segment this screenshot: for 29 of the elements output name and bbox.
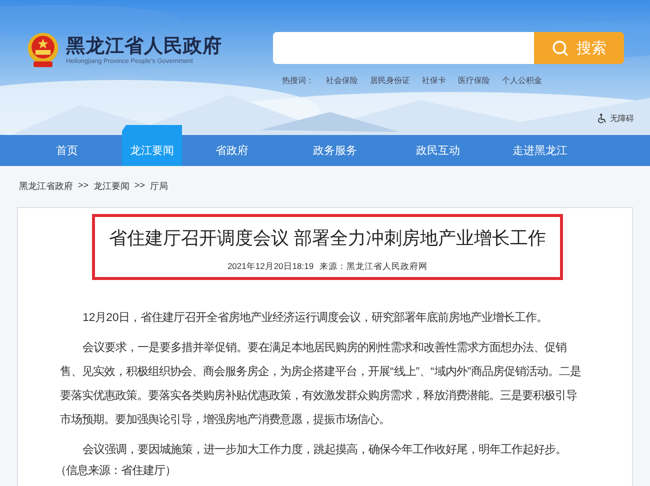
nav-tab[interactable]: 政务服务	[292, 135, 378, 166]
wheelchair-icon	[597, 112, 607, 124]
article-date: 2021年12月20日18:19	[227, 261, 314, 273]
article-source: 来源：黑龙江省人民政府网	[320, 261, 428, 273]
hot-word-link[interactable]: 社会保险	[326, 75, 358, 86]
breadcrumb-link[interactable]: 龙江要闻	[94, 180, 130, 196]
accessibility-link[interactable]: 无障碍	[597, 111, 634, 125]
hot-word-link[interactable]: 社保卡	[422, 75, 446, 86]
source-note: （信息来源：省住建厅）	[55, 464, 177, 479]
hot-word-link[interactable]: 个人公积金	[502, 75, 542, 86]
breadcrumb-link[interactable]: 厅局	[150, 180, 168, 196]
nav-tab[interactable]: 龙江要闻	[122, 125, 182, 166]
hot-words-label: 热搜词：	[282, 75, 314, 86]
hot-word-link[interactable]: 居民身份证	[370, 75, 410, 86]
nav-tab[interactable]: 走进黑龙江	[497, 135, 583, 166]
search-icon	[552, 40, 568, 56]
breadcrumb-separator: >>	[134, 180, 146, 192]
breadcrumb-link[interactable]: 黑龙江省政府	[19, 180, 73, 196]
article-paragraph: 会议要求，一是要多措并举促销。要在满足本地居民购房的刚性需求和改善性需求方面想办法、促销售、见实效，积极组织协会、商会服务房企，为房企搭建平台，开展“线上”、“域内外”商品房促销活动。二是要落实优惠政策。要落实各类购房补贴优惠政策，有效激发群众购房需求，释放消费潜能。三是要积极引导市场预期。要加强舆论引导，增强房地产消费意愿，提振市场信心。	[60, 340, 582, 428]
search-field[interactable]	[273, 32, 534, 64]
hot-word-link[interactable]: 医疗保险	[458, 75, 490, 86]
article-paragraph: 会议强调，要因城施策，进一步加大工作力度，跳起摸高，确保今年工作收好尾，明年工作起好步。	[82, 442, 568, 458]
site-title: 黑龙江省人民政府	[66, 36, 222, 58]
nav-tab[interactable]: 首页	[27, 135, 107, 166]
breadcrumb-separator: >>	[78, 180, 89, 192]
article-title: 省住建厅召开调度会议 部署全力冲刺房地产业增长工作	[108, 227, 547, 250]
article-paragraph: 12月20日，省住建厅召开全省房地产业经济运行调度会议，研究部署年底前房地产业增长工作。	[82, 310, 549, 326]
nav-tab[interactable]: 省政府	[200, 135, 264, 166]
nav-tab[interactable]: 政民互动	[395, 135, 481, 166]
